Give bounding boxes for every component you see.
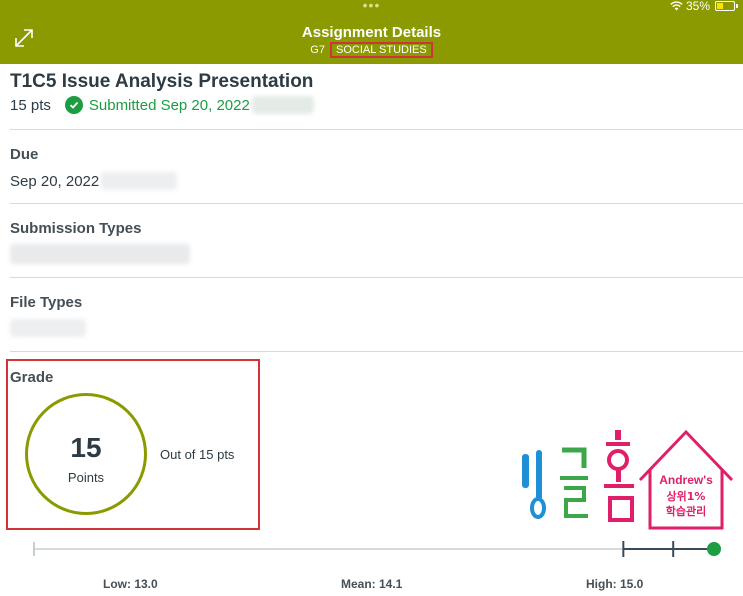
page-title: Assignment Details — [301, 24, 442, 41]
due-value: Sep 20, 2022 — [10, 172, 178, 190]
watermark-line2: 상위1% — [667, 489, 706, 503]
assignment-meta: 15 pts Submitted Sep 20, 2022 — [10, 96, 314, 114]
redacted-time — [101, 172, 178, 190]
course-code: G7 — [310, 44, 325, 56]
points-possible: 15 pts — [10, 96, 51, 114]
grade-unit: Points — [67, 470, 105, 485]
file-types-value — [10, 319, 86, 337]
due-date: Sep 20, 2022 — [10, 172, 100, 190]
grade-circle: 15 Points — [25, 393, 147, 515]
watermark-line3: 학습관리 — [666, 504, 706, 518]
grade-label: Grade — [10, 369, 54, 386]
redacted-time — [251, 96, 314, 114]
stat-mean: Mean: 14.1 — [341, 577, 403, 591]
your-score-marker — [707, 542, 721, 556]
submission-types-value — [10, 244, 190, 264]
assignment-title: T1C5 Issue Analysis Presentation — [10, 71, 314, 92]
submission-types-label: Submission Types — [10, 220, 142, 237]
course-subject: SOCIAL STUDIES — [330, 42, 433, 58]
grade-out-of: Out of 15 pts — [160, 447, 235, 462]
submission-status: Submitted Sep 20, 2022 — [88, 96, 250, 114]
grade-score: 15 — [70, 432, 102, 463]
watermark-brand: Andrew's — [659, 473, 713, 487]
wifi-icon — [670, 1, 683, 11]
check-circle-icon — [64, 96, 83, 114]
file-types-label: File Types — [10, 294, 83, 311]
grade-distribution-bar — [33, 541, 721, 557]
battery-percent: 35% — [685, 0, 710, 13]
divider — [10, 277, 743, 278]
divider — [10, 129, 743, 130]
multitask-dots[interactable]: ••• — [0, 0, 743, 12]
battery-level — [717, 3, 723, 9]
battery-icon — [715, 1, 738, 11]
stat-high: High: 15.0 — [586, 577, 644, 591]
stat-low: Low: 13.0 — [103, 577, 158, 591]
divider — [10, 351, 743, 352]
redacted-value — [10, 319, 86, 337]
status-bar: 35% — [670, 0, 738, 13]
header-title-block: Assignment Details G7 SOCIAL STUDIES — [0, 24, 743, 58]
divider — [10, 203, 743, 204]
app-header: ••• 35% Assignment Details G7 SOCIAL STU… — [0, 0, 743, 64]
course-subtitle: G7 SOCIAL STUDIES — [0, 42, 743, 58]
brand-watermark-logo: Andrew's 상위1% 학습관리 — [522, 429, 734, 530]
redacted-value — [10, 244, 190, 264]
due-label: Due — [10, 146, 39, 163]
